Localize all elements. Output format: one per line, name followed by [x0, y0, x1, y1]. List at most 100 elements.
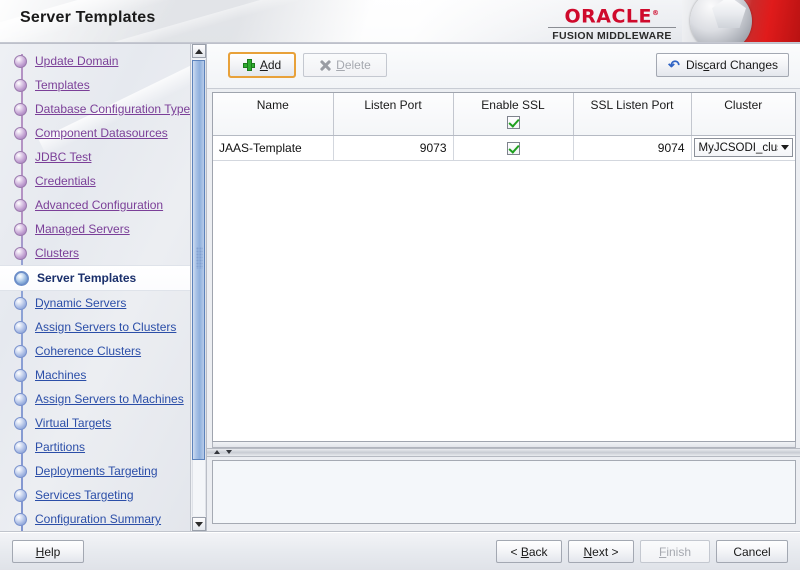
finish-button[interactable]: Finish [640, 540, 710, 563]
undo-arrow-icon: ↶ [668, 56, 680, 73]
fusion-middleware-badge [682, 0, 800, 44]
green-plus-icon [242, 59, 255, 71]
sidebar-item-assign-servers-to-clusters[interactable]: Assign Servers to Clusters [0, 315, 190, 339]
sidebar-item-jdbc-test[interactable]: JDBC Test [0, 145, 190, 169]
wizard-button-bar: Help < Back Next > Finish Cancel [0, 531, 800, 570]
cell-enable-ssl[interactable] [453, 135, 574, 161]
sidebar-item-managed-servers[interactable]: Managed Servers [0, 217, 190, 241]
step-node-icon [14, 296, 27, 310]
column-header-listen-port-label: Listen Port [364, 98, 422, 112]
pane-splitter[interactable] [207, 448, 800, 457]
logo-divider [548, 27, 676, 29]
cancel-button-label: Cancel [733, 544, 771, 559]
fusion-middleware-label: FUSION MIDDLEWARE [552, 30, 672, 43]
oracle-wordmark: ORACLE® [546, 4, 678, 26]
column-header-enable-ssl[interactable]: Enable SSL [453, 93, 574, 136]
triangle-down-icon [195, 521, 203, 527]
sidebar-item-clusters[interactable]: Clusters [0, 241, 190, 265]
sidebar-item-partitions[interactable]: Partitions [0, 435, 190, 459]
step-node-icon [14, 78, 27, 92]
sidebar-item-label: Virtual Targets [35, 416, 112, 430]
sidebar-item-label: Deployments Targeting [35, 464, 158, 478]
sidebar-item-label: Managed Servers [35, 222, 130, 236]
step-node-icon [14, 54, 27, 68]
sidebar-item-label: Configuration Summary [35, 512, 162, 526]
wizard-step-list: Update Domain Templates Database Configura… [0, 44, 190, 531]
column-header-ssl-listen-port[interactable]: SSL Listen Port [573, 93, 692, 136]
step-node-icon [14, 320, 27, 334]
splitter-collapse-controls[interactable] [214, 450, 232, 454]
add-button[interactable]: Add [228, 52, 296, 78]
step-node-icon [14, 174, 27, 188]
step-node-icon [14, 198, 27, 212]
sidebar-item-virtual-targets[interactable]: Virtual Targets [0, 411, 190, 435]
sidebar-item-database-configuration-type[interactable]: Database Configuration Type [0, 97, 190, 121]
page-title: Server Templates [20, 9, 156, 26]
sidebar-item-label: Advanced Configuration [35, 198, 164, 212]
sidebar-item-services-targeting[interactable]: Services Targeting [0, 483, 190, 507]
sidebar-item-configuration-summary[interactable]: Configuration Summary [0, 507, 190, 531]
step-node-icon [14, 150, 27, 164]
select-all-ssl-checkbox[interactable] [506, 116, 520, 130]
cluster-dropdown[interactable]: MyJCSODI_cluster [693, 138, 793, 157]
scroll-up-button[interactable] [192, 44, 206, 58]
add-button-label: Add [259, 58, 282, 72]
enable-ssl-checkbox[interactable] [506, 141, 520, 155]
step-node-icon [14, 392, 27, 406]
step-node-icon [14, 102, 27, 116]
sidebar-item-label: Dynamic Servers [35, 296, 127, 310]
help-button[interactable]: Help [12, 540, 84, 563]
sidebar-item-update-domain[interactable]: Update Domain [0, 49, 190, 73]
cell-listen-port[interactable]: 9073 [333, 135, 454, 161]
finish-button-label: Finish [658, 544, 692, 559]
splitter-down-icon[interactable] [226, 450, 232, 454]
sidebar-item-dynamic-servers[interactable]: Dynamic Servers [0, 291, 190, 315]
back-button-label: < Back [510, 544, 548, 559]
sidebar-item-label: JDBC Test [35, 150, 92, 164]
sidebar-item-assign-servers-to-machines[interactable]: Assign Servers to Machines [0, 387, 190, 411]
scrollbar-thumb[interactable] [192, 60, 205, 460]
table-row[interactable]: JAAS-Template9073 9074 MyJCSODI_cluster [213, 135, 795, 161]
cell-cluster[interactable]: MyJCSODI_cluster [691, 135, 795, 161]
sidebar-item-label: Database Configuration Type [35, 102, 190, 116]
sidebar-item-label: Clusters [35, 246, 80, 260]
delete-button[interactable]: Delete [303, 53, 387, 77]
sidebar-item-label: Machines [35, 368, 87, 382]
server-templates-table: Name Listen Port Enable SSL SSL Listen P… [212, 92, 796, 442]
triangle-up-icon [195, 48, 203, 54]
discard-changes-button[interactable]: ↶ Discard Changes [656, 53, 789, 77]
next-button[interactable]: Next > [568, 540, 634, 563]
splitter-up-icon[interactable] [214, 450, 220, 454]
step-node-icon [14, 126, 27, 140]
sidebar-item-machines[interactable]: Machines [0, 363, 190, 387]
discard-changes-label: Discard Changes [685, 58, 779, 72]
cell-ssl-listen-port[interactable]: 9074 [573, 135, 692, 161]
cluster-dropdown-value: MyJCSODI_cluster [698, 141, 779, 154]
gray-x-icon [319, 59, 331, 71]
cell-name[interactable]: JAAS-Template [213, 135, 334, 161]
step-node-icon [14, 464, 27, 478]
sidebar-item-deployments-targeting[interactable]: Deployments Targeting [0, 459, 190, 483]
sidebar-item-credentials[interactable]: Credentials [0, 169, 190, 193]
sidebar-item-label: Assign Servers to Clusters [35, 320, 177, 334]
step-node-icon [14, 440, 27, 454]
step-node-icon [14, 222, 27, 236]
details-pane [212, 460, 796, 524]
column-header-cluster[interactable]: Cluster [691, 93, 795, 136]
sidebar-item-advanced-configuration[interactable]: Advanced Configuration [0, 193, 190, 217]
delete-button-label: Delete [336, 58, 371, 72]
cancel-button[interactable]: Cancel [716, 540, 788, 563]
back-button[interactable]: < Back [496, 540, 562, 563]
column-header-listen-port[interactable]: Listen Port [333, 93, 454, 136]
sidebar-item-label: Server Templates [37, 271, 137, 285]
sidebar-scrollbar[interactable] [190, 44, 207, 531]
sidebar-item-coherence-clusters[interactable]: Coherence Clusters [0, 339, 190, 363]
column-header-name[interactable]: Name [213, 93, 334, 136]
sidebar-item-component-datasources[interactable]: Component Datasources [0, 121, 190, 145]
step-node-icon [14, 512, 27, 526]
sidebar-item-templates[interactable]: Templates [0, 73, 190, 97]
scroll-down-button[interactable] [192, 517, 206, 531]
wizard-sidebar: Update Domain Templates Database Configura… [0, 44, 190, 531]
oracle-logo: ORACLE® FUSION MIDDLEWARE [546, 4, 678, 43]
oracle-trademark-icon: ® [652, 9, 660, 17]
